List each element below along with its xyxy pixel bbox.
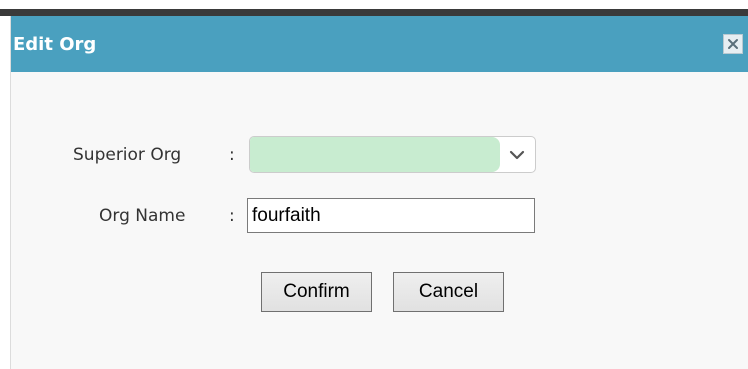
org-name-input[interactable] [247, 198, 535, 233]
close-button[interactable] [723, 34, 743, 54]
confirm-button[interactable]: Confirm [261, 272, 372, 312]
window-top-border [0, 9, 748, 16]
superior-org-select[interactable] [249, 136, 536, 173]
dialog-title: Edit Org [13, 34, 97, 55]
close-icon [728, 39, 738, 49]
chevron-down-icon [509, 150, 525, 160]
superior-org-select-value [250, 137, 500, 172]
dialog-titlebar: Edit Org [11, 16, 748, 72]
superior-org-label: Superior Org [73, 145, 182, 165]
superior-org-colon: : [229, 145, 235, 165]
org-name-label: Org Name [99, 206, 186, 226]
cancel-button[interactable]: Cancel [393, 272, 504, 312]
edit-org-dialog: Edit Org Superior Org : Org Name : Confi… [10, 16, 748, 369]
org-name-colon: : [229, 206, 235, 226]
